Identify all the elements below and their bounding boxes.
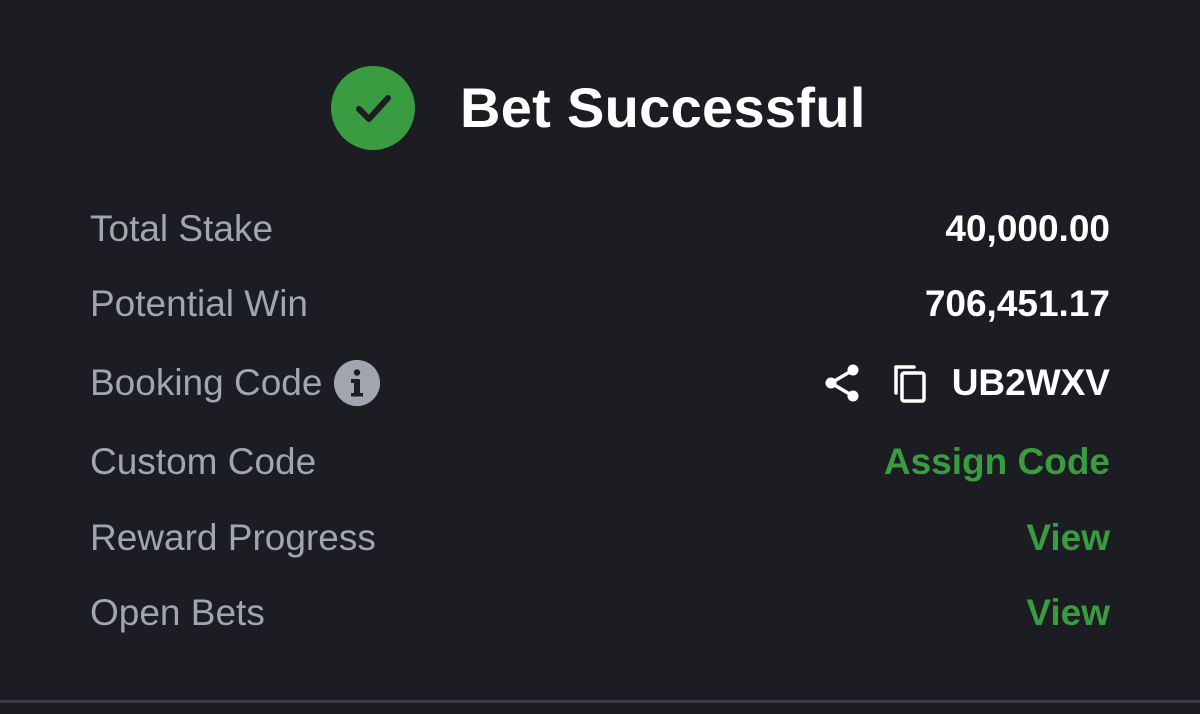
reward-progress-view-link[interactable]: View [1026, 513, 1110, 563]
success-header: Bet Successful [0, 66, 1200, 150]
booking-code-label-group: Booking Code [90, 358, 381, 408]
custom-code-row: Custom Code Assign Code [90, 437, 1110, 487]
potential-win-row: Potential Win 706,451.17 [90, 279, 1110, 329]
open-bets-label: Open Bets [90, 592, 265, 633]
booking-code-value: UB2WXV [951, 362, 1110, 403]
potential-win-value: 706,451.17 [924, 283, 1110, 324]
share-icon[interactable] [820, 361, 864, 405]
total-stake-value: 40,000.00 [945, 208, 1110, 249]
reward-progress-row: Reward Progress View [90, 513, 1110, 563]
bet-success-panel: Bet Successful Total Stake 40,000.00 Pot… [0, 0, 1200, 714]
check-circle-icon [331, 66, 415, 150]
open-bets-view-link[interactable]: View [1026, 588, 1110, 638]
reward-progress-label: Reward Progress [90, 517, 376, 558]
copy-icon[interactable] [888, 361, 932, 405]
booking-code-value-group: UB2WXV [820, 358, 1110, 408]
divider [0, 700, 1200, 703]
assign-code-link[interactable]: Assign Code [884, 437, 1110, 487]
total-stake-label: Total Stake [90, 208, 274, 249]
booking-code-row: Booking Code UB2WXV [90, 358, 1110, 408]
info-icon[interactable] [334, 360, 381, 406]
page-title: Bet Successful [460, 76, 866, 139]
potential-win-label: Potential Win [90, 283, 308, 324]
open-bets-row: Open Bets View [90, 588, 1110, 638]
total-stake-row: Total Stake 40,000.00 [90, 204, 1110, 254]
booking-code-label: Booking Code [90, 362, 323, 403]
custom-code-label: Custom Code [90, 441, 317, 482]
